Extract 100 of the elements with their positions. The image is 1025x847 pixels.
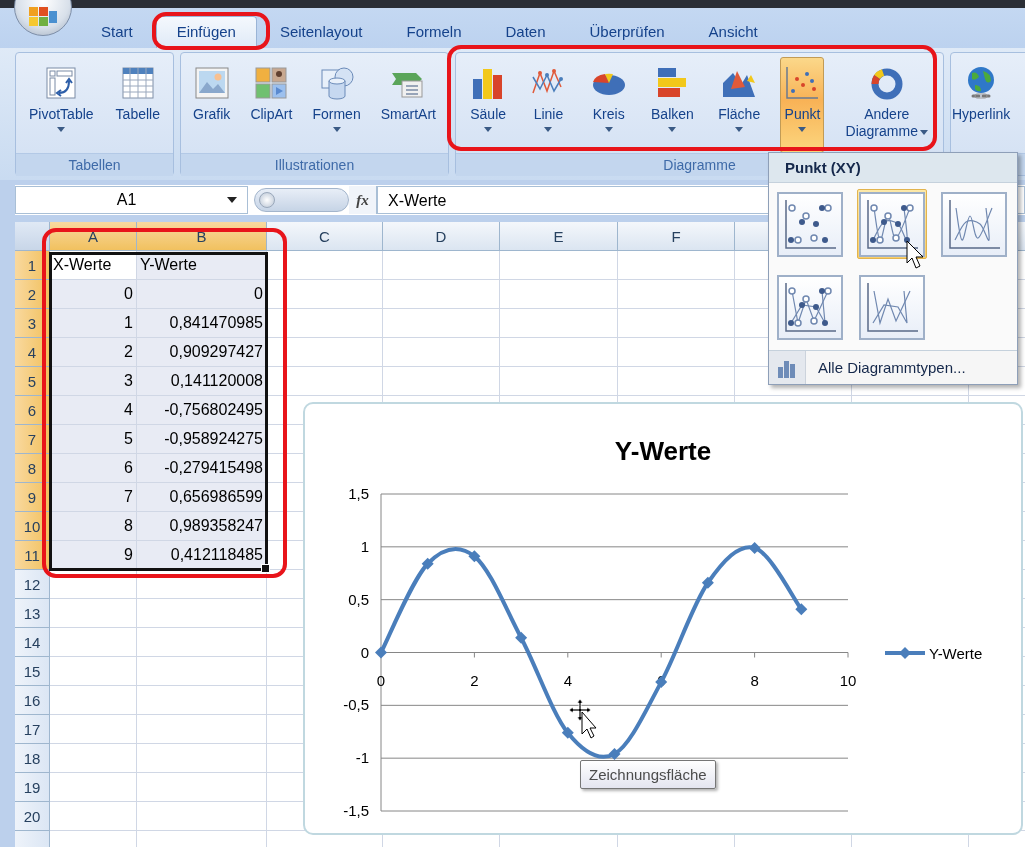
column-header[interactable]: E [500, 222, 618, 251]
chart-thumbnail-icon [777, 275, 843, 340]
data-point [655, 676, 668, 689]
table-cell: 7 [50, 483, 137, 512]
ribbon-button[interactable]: Punkt [780, 57, 825, 153]
chart-type-option[interactable] [775, 272, 845, 343]
row-header[interactable]: 17 [15, 715, 50, 744]
table-cell: 0 [137, 280, 267, 309]
table-cell: 0,141120008 [137, 367, 267, 396]
axis-label: 0 [360, 643, 369, 661]
ribbon-button[interactable]: Kreis [586, 57, 631, 153]
row-header[interactable]: 16 [15, 686, 50, 715]
fill-handle[interactable] [261, 564, 270, 573]
table-cell: 2 [50, 338, 137, 367]
table-cell: 0,909297427 [137, 338, 267, 367]
menu-item[interactable]: Alle Diagrammtypen... [769, 350, 1017, 384]
axis-label: 1 [360, 537, 369, 555]
row-header[interactable]: 15 [15, 657, 50, 686]
table-cell: 0,989358247 [137, 512, 267, 541]
row-header[interactable]: 13 [15, 599, 50, 628]
chart-type-option[interactable] [939, 189, 1009, 259]
chart-thumbnail-icon [777, 191, 843, 257]
row-header[interactable]: 19 [15, 773, 50, 802]
caret-icon [919, 129, 928, 135]
row-header[interactable]: 14 [15, 628, 50, 657]
ribbon-tab[interactable]: Start [80, 16, 154, 48]
ribbon-button[interactable]: Balken [647, 57, 698, 153]
table-icon [119, 65, 156, 101]
caret-icon [735, 127, 744, 132]
axis-label: 10 [839, 671, 857, 689]
data-point [561, 726, 574, 739]
ribbon-button[interactable]: Andere Diagramme [840, 57, 933, 153]
table-cell: -0,279415498 [137, 454, 267, 483]
table-cell: -0,958924275 [137, 425, 267, 454]
data-point [421, 557, 434, 570]
ribbon-tab[interactable]: Formeln [385, 16, 483, 48]
name-box[interactable]: A1 [15, 186, 248, 214]
table-cell: 9 [50, 541, 137, 570]
ribbon-button[interactable]: Grafik [189, 57, 235, 153]
axis-label: 8 [750, 671, 759, 689]
move-cursor-icon [568, 698, 598, 740]
chart-title: Y-Werte [614, 436, 712, 466]
axis-label: -1,5 [343, 802, 369, 819]
caret-icon [57, 127, 66, 132]
column-header[interactable]: C [267, 222, 383, 251]
data-point [795, 603, 808, 616]
formula-bar-handle[interactable] [254, 188, 349, 212]
caret-icon [332, 127, 341, 132]
axis-label: -1 [355, 749, 369, 767]
table-cell: 0,841470985 [137, 309, 267, 338]
select-all-corner[interactable] [15, 222, 50, 251]
caret-icon [227, 197, 237, 203]
ribbon-button[interactable]: SmartArt [376, 57, 440, 153]
ribbon-tab[interactable]: Daten [484, 16, 567, 48]
table-cell: 0 [50, 280, 137, 309]
insert-function-button[interactable]: fx [349, 186, 377, 214]
table-cell: 6 [50, 454, 137, 483]
data-point [701, 576, 714, 589]
shapes-icon [318, 65, 355, 101]
data-point [748, 541, 761, 554]
axis-label: 0 [376, 671, 386, 689]
scatter-chart-icon [784, 65, 821, 101]
row-header[interactable]: 18 [15, 744, 50, 773]
ribbon-tab[interactable]: Ansicht [687, 16, 779, 48]
tiles-icon [253, 65, 290, 101]
ribbon-button[interactable]: Linie [526, 57, 571, 153]
image-icon [193, 65, 230, 101]
ribbon-button[interactable]: Hyperlink [951, 57, 1012, 153]
table-cell: Y-Werte [137, 251, 267, 280]
chart-type-option[interactable] [857, 272, 927, 343]
caret-icon [668, 127, 677, 132]
chart-type-option[interactable] [857, 189, 927, 259]
data-point [375, 646, 387, 659]
row-header[interactable]: 20 [15, 802, 50, 831]
tooltip: Zeichnungsfläche [580, 760, 716, 789]
ribbon-button[interactable]: Formen [308, 57, 365, 153]
row-header[interactable]: 12 [15, 570, 50, 599]
ribbon-tab[interactable]: Einfügen [155, 16, 257, 48]
axis-label: 2 [470, 671, 479, 689]
table-cell: 8 [50, 512, 137, 541]
table-cell: 5 [50, 425, 137, 454]
office-logo-icon [28, 5, 58, 27]
legend-label: Y-Werte [929, 645, 983, 662]
ribbon-button[interactable]: Fläche [714, 57, 765, 153]
column-header[interactable]: D [383, 222, 500, 251]
data-point [515, 631, 528, 644]
chart-type-option[interactable] [775, 189, 845, 259]
ribbon-tab[interactable]: Überprüfen [568, 16, 686, 48]
ribbon-tab[interactable]: Seitenlayout [258, 16, 384, 48]
chart-thumbnail-icon [859, 275, 925, 340]
table-cell: 4 [50, 396, 137, 425]
group-label: Tabellen [16, 153, 173, 176]
ribbon-button[interactable]: ClipArt [246, 57, 297, 153]
ribbon-button[interactable]: Säule [466, 57, 511, 153]
ribbon-button[interactable]: PivotTable [25, 57, 98, 153]
data-point [468, 550, 481, 563]
column-header[interactable]: F [618, 222, 735, 251]
menu-heading: Punkt (XY) [769, 153, 1017, 183]
caret-icon [544, 127, 553, 132]
ribbon-button[interactable]: Tabelle [111, 57, 164, 153]
